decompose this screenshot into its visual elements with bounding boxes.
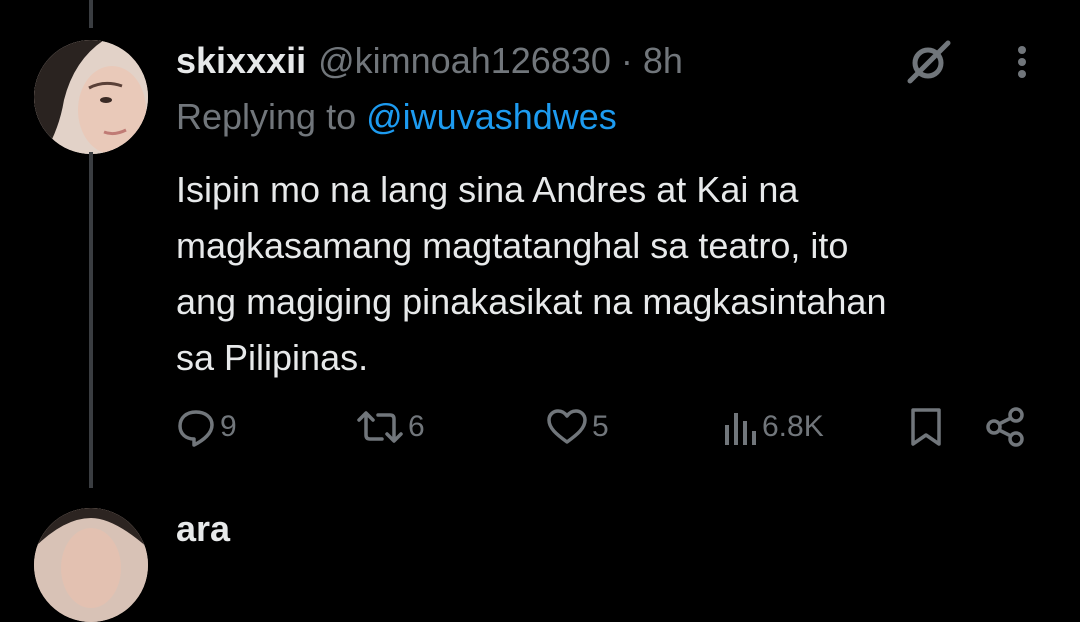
- thread-line-top: [89, 0, 93, 28]
- tweet-body-line: ang magiging pinakasikat na magkasintaha…: [176, 281, 887, 322]
- reply-icon: [178, 410, 214, 447]
- views-icon: [725, 413, 756, 445]
- replying-to-label: Replying to: [176, 96, 357, 137]
- tweet-body-line: sa Pilipinas.: [176, 337, 369, 378]
- bookmark-icon: [911, 408, 941, 446]
- tweet-header: skixxxii @kimnoah126830 · 8h: [176, 36, 683, 86]
- avatar-photo: [34, 40, 148, 154]
- tweet-body-line: Isipin mo na lang sina Andres at Kai na: [176, 169, 799, 210]
- display-name[interactable]: skixxxii: [176, 40, 306, 82]
- share-icon: [986, 407, 1024, 447]
- user-handle[interactable]: @kimnoah126830: [318, 40, 611, 82]
- next-avatar[interactable]: [34, 508, 148, 622]
- repost-count: 6: [408, 410, 425, 443]
- replying-to: Replying to @iwuvashdwes: [176, 96, 617, 138]
- thread-line: [89, 152, 93, 488]
- bookmark-button[interactable]: [908, 402, 944, 452]
- grok-icon[interactable]: [904, 40, 952, 84]
- like-count: 5: [592, 410, 609, 443]
- timestamp[interactable]: 8h: [643, 40, 683, 82]
- like-icon: [547, 409, 587, 444]
- tweet-body: Isipin mo na lang sina Andres at Kai na …: [176, 162, 1056, 386]
- next-display-name[interactable]: ara: [176, 508, 230, 550]
- repost-icon: [357, 411, 403, 443]
- more-icon[interactable]: [1014, 42, 1030, 82]
- repost-button[interactable]: 6: [356, 402, 425, 452]
- tweet-body-line: magkasamang magtatanghal sa teatro, ito: [176, 225, 849, 266]
- like-button[interactable]: 5: [546, 402, 609, 452]
- separator-dot: ·: [620, 40, 633, 81]
- share-button[interactable]: [984, 402, 1026, 452]
- reply-button[interactable]: 9: [176, 402, 237, 452]
- reply-count: 9: [220, 410, 237, 443]
- view-count: 6.8K: [762, 410, 824, 443]
- replying-to-handle[interactable]: @iwuvashdwes: [366, 96, 617, 137]
- views-button[interactable]: 6.8K: [722, 402, 824, 452]
- next-avatar-photo: [34, 508, 148, 622]
- avatar[interactable]: [34, 40, 148, 154]
